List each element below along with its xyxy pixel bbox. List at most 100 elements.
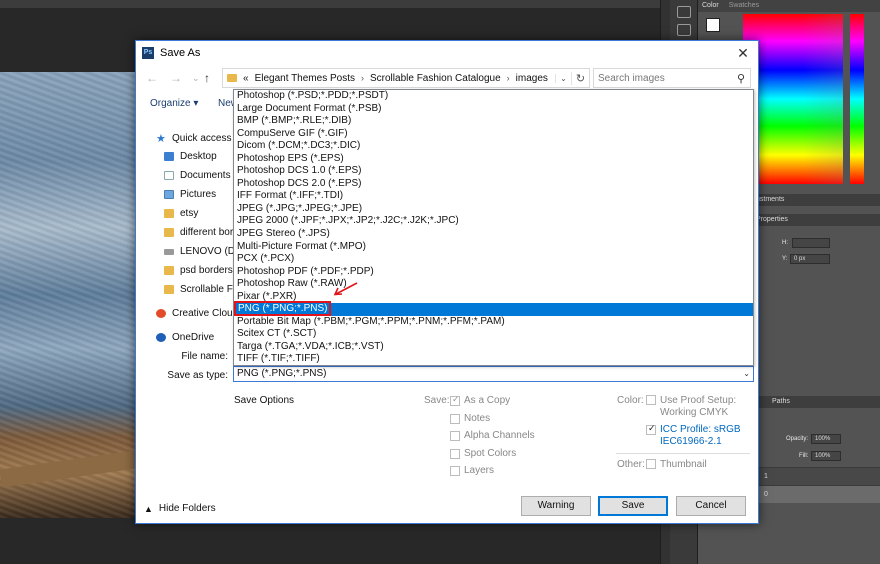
- checkbox[interactable]: [450, 394, 460, 406]
- nav-item-scrollable-fashion[interactable]: Scrollable Fash: [164, 284, 234, 295]
- onedrive-icon: [156, 333, 166, 342]
- organize-button[interactable]: Organize ▾: [150, 98, 198, 109]
- options-divider: [616, 453, 750, 454]
- checkbox[interactable]: [646, 459, 656, 469]
- nav-item-different-borders[interactable]: different bord: [164, 227, 234, 238]
- save-button[interactable]: Save: [598, 496, 668, 516]
- nav-item-quick-access[interactable]: ★ Quick access: [156, 132, 231, 145]
- format-option[interactable]: IFF Format (*.IFF;*.TDI): [234, 190, 753, 203]
- canvas-image-denim: [0, 72, 137, 518]
- tab-color[interactable]: Color: [702, 0, 719, 12]
- nav-item-documents[interactable]: Documents: [164, 170, 231, 181]
- y-field[interactable]: 0 px: [790, 254, 830, 264]
- checkbox[interactable]: [450, 413, 460, 424]
- format-option[interactable]: TIFF (*.TIF;*.TIFF): [234, 353, 753, 366]
- chevron-right-icon: ›: [361, 73, 364, 83]
- h-field[interactable]: [792, 238, 830, 248]
- dialog-titlebar: Ps Save As ✕: [136, 41, 758, 65]
- checkbox[interactable]: [450, 465, 460, 476]
- save-as-type-value: PNG (*.PNG;*.PNS): [237, 368, 327, 379]
- dialog-toolbar: Organize ▾ New: [136, 94, 238, 114]
- navigation-pane: ★ Quick access Desktop Documents Pictures…: [136, 127, 234, 347]
- hide-folders-toggle[interactable]: ▲ Hide Folders: [144, 503, 216, 514]
- star-icon: ★: [156, 133, 166, 145]
- checkbox[interactable]: [450, 430, 460, 441]
- color-label: Color:: [617, 395, 644, 406]
- back-arrow-icon[interactable]: ←: [146, 71, 158, 85]
- folder-icon: [164, 285, 174, 294]
- format-option[interactable]: Targa (*.TGA;*.VDA;*.ICB;*.VST): [234, 341, 753, 354]
- save-as-type-select[interactable]: PNG (*.PNG;*.PNS) ⌄: [233, 366, 754, 382]
- nav-item-creative-cloud[interactable]: Creative Cloud: [156, 308, 234, 319]
- breadcrumb[interactable]: « Elegant Themes Posts › Scrollable Fash…: [222, 68, 590, 88]
- folder-icon: [164, 209, 174, 218]
- format-option[interactable]: Photoshop DCS 1.0 (*.EPS): [234, 165, 753, 178]
- nav-item-lenovo-drive[interactable]: LENOVO (D:): [164, 246, 234, 257]
- breadcrumb-item[interactable]: Scrollable Fashion Catalogue: [370, 73, 501, 84]
- checkbox[interactable]: [646, 423, 656, 435]
- forward-arrow-icon[interactable]: →: [170, 71, 182, 85]
- close-icon[interactable]: ✕: [728, 45, 758, 62]
- foreground-color[interactable]: [706, 18, 720, 32]
- recent-locations-icon[interactable]: ⌄: [192, 73, 200, 84]
- save-as-type-label: Save as type:: [167, 370, 228, 381]
- cancel-button[interactable]: Cancel: [676, 496, 746, 516]
- chevron-down-icon[interactable]: ⌄: [555, 73, 571, 83]
- format-option[interactable]: Portable Bit Map (*.PBM;*.PGM;*.PPM;*.PN…: [234, 316, 753, 329]
- nav-item-desktop[interactable]: Desktop: [164, 151, 217, 162]
- fill-field[interactable]: 100%: [811, 451, 841, 461]
- checkbox-thumbnail[interactable]: Thumbnail: [646, 459, 707, 471]
- search-box[interactable]: Search images ⚲: [593, 68, 751, 88]
- nav-item-psd-borders[interactable]: psd borders: [164, 265, 233, 276]
- format-option[interactable]: BMP (*.BMP;*.RLE;*.DIB): [234, 115, 753, 128]
- checkbox[interactable]: [646, 395, 656, 405]
- up-arrow-icon[interactable]: ↑: [204, 71, 210, 85]
- checkbox-icc-profile[interactable]: ICC Profile: sRGBIEC61966-2.1: [646, 423, 741, 448]
- nav-item-etsy[interactable]: etsy: [164, 208, 198, 219]
- save-options-heading: Save Options: [234, 395, 295, 406]
- format-option[interactable]: Large Document Format (*.PSB): [234, 103, 753, 116]
- format-option[interactable]: Multi-Picture Format (*.MPO): [234, 241, 753, 254]
- opacity-field[interactable]: 100%: [811, 434, 841, 444]
- checkbox-as-a-copy[interactable]: As a Copy: [450, 394, 510, 406]
- format-option[interactable]: CompuServe GIF (*.GIF): [234, 128, 753, 141]
- chevron-down-icon: ⌄: [743, 369, 750, 378]
- desktop-icon: [164, 152, 174, 161]
- format-option[interactable]: PCX (*.PCX): [234, 253, 753, 266]
- format-dropdown-list[interactable]: Photoshop (*.PSD;*.PDD;*.PSDT) Large Docu…: [233, 89, 754, 366]
- format-option[interactable]: Photoshop (*.PSD;*.PDD;*.PSDT): [234, 90, 753, 103]
- format-option[interactable]: JPEG (*.JPG;*.JPEG;*.JPE): [234, 203, 753, 216]
- properties-icon[interactable]: [676, 24, 691, 36]
- breadcrumb-overflow[interactable]: «: [243, 73, 249, 84]
- format-option[interactable]: PNG (*.PNG;*.PNS): [234, 301, 753, 317]
- nav-item-pictures[interactable]: Pictures: [164, 189, 216, 200]
- creative-cloud-icon: [156, 309, 166, 318]
- format-option[interactable]: Photoshop EPS (*.EPS): [234, 153, 753, 166]
- format-option[interactable]: Scitex CT (*.SCT): [234, 328, 753, 341]
- save-as-dialog: Ps Save As ✕ ← → ⌄ ↑ « Elegant Themes Po…: [135, 40, 759, 524]
- checkbox-notes[interactable]: Notes: [450, 413, 490, 424]
- y-label: Y:: [782, 256, 788, 262]
- nav-item-onedrive[interactable]: OneDrive: [156, 332, 214, 343]
- address-bar: ← → ⌄ ↑ « Elegant Themes Posts › Scrolla…: [136, 68, 758, 90]
- checkbox-alpha-channels[interactable]: Alpha Channels: [450, 430, 535, 441]
- other-label: Other:: [617, 459, 645, 470]
- checkbox[interactable]: [450, 448, 460, 459]
- format-option[interactable]: JPEG 2000 (*.JPF;*.JPX;*.JP2;*.J2C;*.J2K…: [234, 215, 753, 228]
- format-option[interactable]: Dicom (*.DCM;*.DC3;*.DIC): [234, 140, 753, 153]
- format-option[interactable]: JPEG Stereo (*.JPS): [234, 228, 753, 241]
- checkbox-use-proof-setup[interactable]: Use Proof Setup: Working CMYK: [646, 395, 736, 419]
- format-option[interactable]: Photoshop PDF (*.PDF;*.PDP): [234, 266, 753, 279]
- checkbox-layers[interactable]: Layers: [450, 465, 494, 476]
- history-icon[interactable]: [676, 6, 691, 18]
- format-option[interactable]: Photoshop DCS 2.0 (*.EPS): [234, 178, 753, 191]
- color-panel-tabs: Color Swatches: [698, 0, 880, 12]
- tab-swatches[interactable]: Swatches: [729, 0, 759, 12]
- hue-slider[interactable]: [850, 14, 864, 184]
- format-option[interactable]: Photoshop Raw (*.RAW): [234, 278, 753, 291]
- breadcrumb-item[interactable]: Elegant Themes Posts: [255, 73, 355, 84]
- breadcrumb-item[interactable]: images: [516, 73, 548, 84]
- refresh-icon[interactable]: ↻: [571, 71, 589, 85]
- checkbox-spot-colors[interactable]: Spot Colors: [450, 448, 516, 459]
- warning-button[interactable]: Warning: [521, 496, 591, 516]
